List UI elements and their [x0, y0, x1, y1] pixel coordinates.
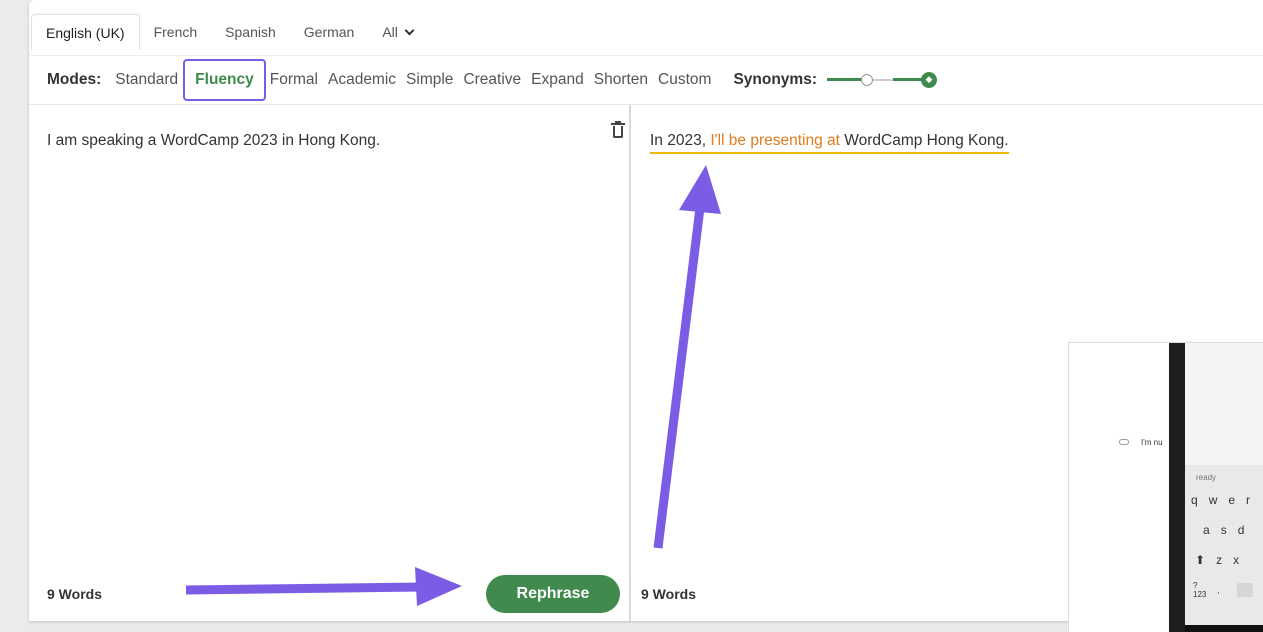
keyboard-row-4: ?123 , — [1185, 575, 1263, 605]
language-tabs: English (UK) French Spanish German All — [29, 14, 427, 50]
key: d — [1237, 523, 1245, 537]
mode-formal[interactable]: Formal — [270, 71, 318, 89]
space-key — [1236, 583, 1253, 597]
synonyms-slider[interactable]: ◆ — [827, 70, 937, 90]
output-word-count: 9 Words — [641, 586, 696, 602]
synonyms-label: Synonyms: — [733, 70, 817, 88]
phone-frame: I'm nu ready q w e r a s d ⬆ z x ?123 , — [1119, 343, 1263, 632]
attachment-icon — [1119, 439, 1129, 445]
keyboard-row-3: ⬆ z x — [1185, 545, 1263, 575]
comma-key: , — [1217, 585, 1220, 595]
phone-screen: I'm nu ready q w e r a s d ⬆ z x ?123 , — [1119, 343, 1263, 632]
key: q — [1191, 493, 1198, 507]
tab-german[interactable]: German — [290, 14, 369, 50]
phone-keyboard: ready q w e r a s d ⬆ z x ?123 , — [1185, 465, 1263, 632]
key: a — [1203, 523, 1210, 537]
mode-expand[interactable]: Expand — [531, 71, 584, 89]
tab-english-uk[interactable]: English (UK) — [31, 14, 140, 50]
output-text-part2: WordCamp Hong Kong. — [839, 132, 1009, 149]
mode-standard[interactable]: Standard — [115, 71, 178, 89]
phone-chat-text: I'm nu — [1141, 437, 1163, 447]
premium-gem-icon[interactable]: ◆ — [921, 71, 937, 88]
key: z — [1216, 553, 1223, 567]
modes-bar: Modes: Standard Fluency Formal Academic … — [29, 55, 1263, 103]
chevron-down-icon — [404, 25, 415, 36]
mode-academic[interactable]: Academic — [328, 71, 396, 89]
shift-icon: ⬆ — [1195, 553, 1206, 567]
tab-all-label: All — [382, 24, 398, 40]
keyboard-row-1: q w e r — [1185, 485, 1263, 515]
key: s — [1220, 523, 1227, 537]
input-word-count: 9 Words — [47, 586, 102, 602]
mode-creative[interactable]: Creative — [463, 71, 521, 89]
key: w — [1208, 493, 1218, 507]
phone-nav-bar — [1185, 625, 1263, 632]
key: e — [1228, 493, 1236, 507]
slider-premium-fill — [893, 77, 923, 81]
output-text-part1: In 2023, — [650, 132, 711, 149]
output-text[interactable]: In 2023, I'll be presenting at WordCamp … — [650, 132, 1009, 154]
symbols-key: ?123 — [1193, 581, 1207, 599]
keyboard-row-2: a s d — [1185, 515, 1263, 545]
phone-screenshot-overlay: I'm nu ready q w e r a s d ⬆ z x ?123 , — [1068, 342, 1263, 632]
output-changed-phrase[interactable]: I'll be presenting at — [710, 132, 840, 149]
input-pane[interactable]: I am speaking a WordCamp 2023 in Hong Ko… — [29, 105, 631, 621]
mode-custom[interactable]: Custom — [658, 71, 711, 89]
tab-all[interactable]: All — [368, 14, 427, 50]
mode-fluency[interactable]: Fluency — [183, 58, 266, 101]
input-text[interactable]: I am speaking a WordCamp 2023 in Hong Ko… — [47, 132, 380, 150]
key: x — [1233, 553, 1240, 567]
modes-label: Modes: — [47, 70, 102, 88]
mode-shorten[interactable]: Shorten — [594, 71, 648, 89]
keyboard-suggestion: ready — [1196, 473, 1217, 482]
key: r — [1246, 493, 1251, 507]
trash-icon[interactable] — [611, 121, 625, 139]
rephrase-button[interactable]: Rephrase — [486, 575, 620, 613]
tab-french[interactable]: French — [140, 14, 212, 50]
tab-spanish[interactable]: Spanish — [211, 14, 290, 50]
slider-knob[interactable] — [861, 73, 873, 86]
mode-simple[interactable]: Simple — [406, 71, 453, 89]
slider-fill — [827, 77, 865, 81]
phone-chat-bar: I'm nu — [1099, 431, 1263, 453]
